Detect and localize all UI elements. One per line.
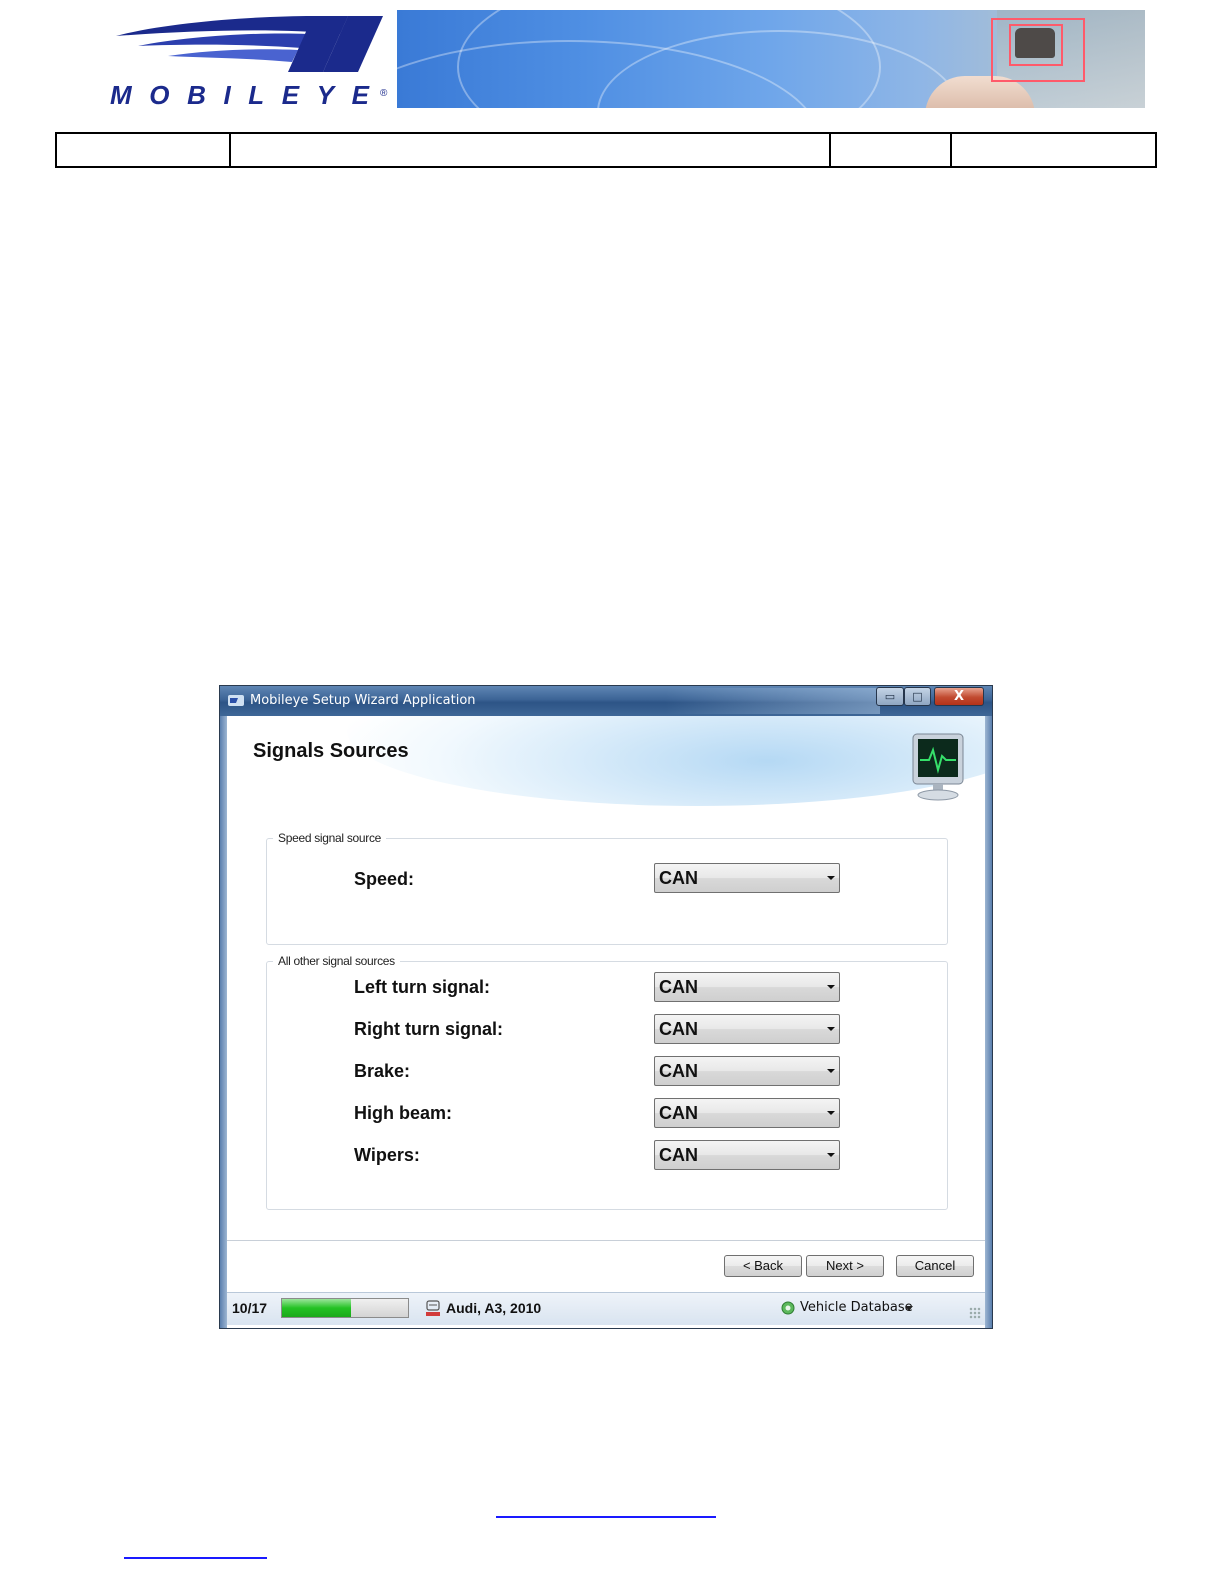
resize-grip[interactable] [969, 1307, 981, 1319]
dropdown-value: CAN [659, 1061, 698, 1081]
speed-label: Speed: [354, 869, 415, 889]
chevron-down-icon [827, 1111, 835, 1115]
group-legend: Speed signal source [278, 831, 382, 845]
close-icon: X [953, 689, 965, 704]
cancel-button[interactable]: Cancel [896, 1255, 974, 1277]
info-cell [950, 132, 1157, 168]
monitor-icon [912, 733, 964, 801]
speed-source-dropdown[interactable]: CAN [654, 863, 840, 893]
footer-link[interactable] [496, 1516, 716, 1518]
wipers-label: Wipers: [354, 1145, 420, 1165]
page-title: Signals Sources [253, 740, 409, 762]
vehicle-icon [426, 1300, 440, 1316]
next-button[interactable]: Next > [806, 1255, 884, 1277]
vehicle-name: Audi, A3, 2010 [446, 1300, 542, 1316]
info-cell [229, 132, 831, 168]
group-legend: All other signal sources [278, 954, 395, 968]
wizard-progress-bar [281, 1298, 409, 1318]
wizard-content: Signals Sources Speed signal source Spee… [227, 716, 985, 1292]
brake-source-dropdown[interactable]: CAN [654, 1056, 840, 1086]
app-icon [228, 695, 244, 706]
minimize-button[interactable]: ▭ [876, 687, 904, 706]
right-turn-signal-label: Right turn signal: [354, 1019, 503, 1039]
footer-link[interactable] [124, 1557, 267, 1559]
footer-divider [227, 1240, 985, 1241]
mobileye-logo: MOBILEYE ® [110, 16, 388, 110]
chevron-down-icon [827, 1153, 835, 1157]
step-counter: 10/17 [232, 1300, 268, 1316]
info-cell [829, 132, 952, 168]
database-icon [781, 1301, 795, 1315]
high-beam-source-dropdown[interactable]: CAN [654, 1098, 840, 1128]
back-button[interactable]: < Back [724, 1255, 802, 1277]
wipers-source-dropdown[interactable]: CAN [654, 1140, 840, 1170]
title-bar[interactable]: Mobileye Setup Wizard Application ▭ □ X [220, 686, 992, 716]
maximize-button[interactable]: □ [904, 687, 931, 706]
info-cell [55, 132, 231, 168]
high-beam-label: High beam: [354, 1103, 453, 1123]
window-title: Mobileye Setup Wizard Application [250, 693, 476, 708]
dropdown-value: CAN [659, 1145, 698, 1165]
header-banner [397, 10, 1145, 108]
right-turn-source-dropdown[interactable]: CAN [654, 1014, 840, 1044]
document-info-table [55, 132, 1157, 168]
brake-label: Brake: [354, 1061, 411, 1081]
wizard-window: Mobileye Setup Wizard Application ▭ □ X … [219, 685, 993, 1329]
left-turn-signal-label: Left turn signal: [354, 977, 490, 997]
chevron-down-icon [827, 876, 835, 880]
chevron-down-icon [827, 985, 835, 989]
vehicle-database-menu[interactable]: Vehicle Database [800, 1300, 913, 1315]
chevron-down-icon [827, 1069, 835, 1073]
status-bar: 10/17 Audi, A3, 2010 Vehicle Database [227, 1292, 985, 1325]
dropdown-value: CAN [659, 868, 698, 888]
progress-fill [282, 1299, 352, 1317]
dropdown-value: CAN [659, 1103, 698, 1123]
svg-text:®: ® [380, 88, 388, 99]
svg-text:MOBILEYE: MOBILEYE [110, 80, 372, 110]
close-button[interactable]: X [934, 687, 984, 706]
dropdown-value: CAN [659, 1019, 698, 1039]
minimize-icon: ▭ [884, 690, 896, 703]
chevron-down-icon [827, 1027, 835, 1031]
maximize-icon: □ [912, 690, 923, 703]
chevron-down-icon[interactable] [905, 1306, 913, 1311]
left-turn-source-dropdown[interactable]: CAN [654, 972, 840, 1002]
dropdown-value: CAN [659, 977, 698, 997]
